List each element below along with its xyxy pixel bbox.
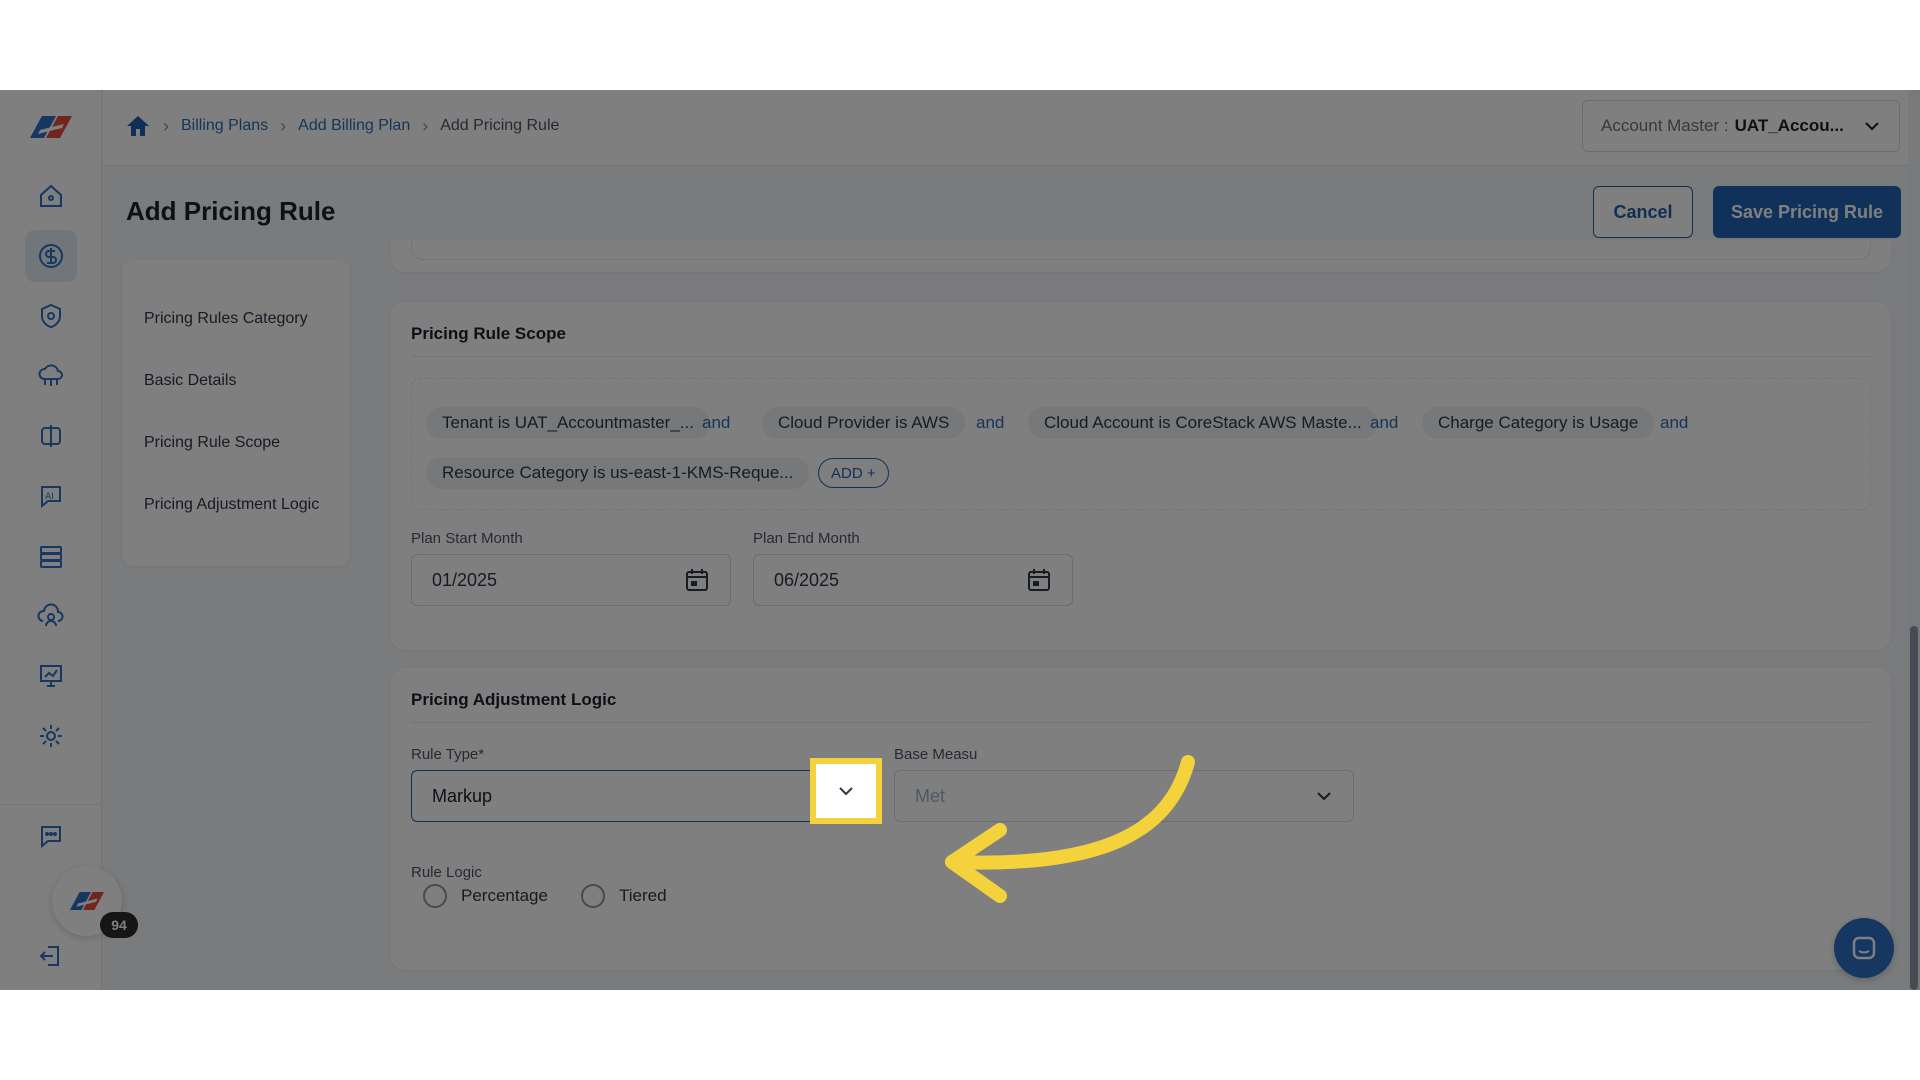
section-nav: Pricing Rules Category Basic Details Pri… [122,260,350,566]
server-icon [40,546,62,568]
scrollbar-thumb[interactable] [1910,626,1918,990]
chevron-right-icon: › [163,115,169,136]
calendar-icon[interactable] [1026,567,1052,593]
chevron-down-icon [839,787,853,796]
nav-compare[interactable] [25,410,77,462]
chat-icon [1852,936,1876,960]
nav-logout[interactable] [25,930,77,982]
nav-ai[interactable]: AI [25,470,77,522]
nav-security[interactable] [25,290,77,342]
cancel-button[interactable]: Cancel [1593,186,1693,238]
tutorial-arrow [945,755,1195,903]
conjunction: and [702,413,731,432]
svg-text:AI: AI [45,492,54,502]
account-value: UAT_Accou... [1734,116,1844,135]
nav-cloud-users[interactable] [25,590,77,642]
top-bar: › Billing Plans › Add Billing Plan › Add… [103,90,1920,166]
section-nav-category[interactable]: Pricing Rules Category [144,310,308,328]
app-logo[interactable] [24,108,78,146]
save-pricing-rule-button[interactable]: Save Pricing Rule [1713,186,1901,238]
previous-section-card [391,240,1891,272]
section-nav-basic-details[interactable]: Basic Details [144,372,236,390]
conjunction: and [1370,413,1399,432]
plan-end-value: 06/2025 [774,569,840,590]
scope-chip-cloud-account[interactable]: Cloud Account is CoreStack AWS Maste... [1028,407,1378,439]
rule-type-select[interactable]: Markup [411,770,871,822]
compare-icon [41,425,61,447]
sidebar-divider [0,804,102,805]
page-title: Add Pricing Rule [126,196,336,226]
plan-start-label: Plan Start Month [411,530,523,547]
plan-start-input[interactable]: 01/2025 [411,554,731,606]
help-chat-button[interactable] [1834,918,1894,978]
radio-button[interactable] [581,884,605,908]
plan-start-value: 01/2025 [432,569,498,590]
app-frame: AI › Billing Plans › Add Billing Plan › … [0,90,1920,990]
scope-chip-cloud-provider[interactable]: Cloud Provider is AWS [762,407,966,439]
cloud-user-icon [37,603,64,627]
breadcrumb-add-billing-plan[interactable]: Add Billing Plan [298,117,410,135]
calendar-icon[interactable] [684,567,710,593]
rule-type-value: Markup [432,785,493,806]
notification-badge: 94 [100,912,138,938]
breadcrumb-current: Add Pricing Rule [440,117,560,134]
section-nav-scope[interactable]: Pricing Rule Scope [144,434,280,452]
ai-chat-icon: AI [41,486,61,509]
logic-title: Pricing Adjustment Logic [411,690,617,709]
chevron-down-icon [1317,792,1331,801]
radio-button[interactable] [423,884,447,908]
plan-end-input[interactable]: 06/2025 [753,554,1073,606]
logout-icon [39,946,59,966]
divider [411,356,1871,357]
radio-percentage-label: Percentage [461,886,548,905]
scope-chip-charge-category[interactable]: Charge Category is Usage [1422,407,1655,439]
rule-type-dropdown-toggle[interactable] [810,758,882,824]
section-nav-adjustment-logic[interactable]: Pricing Adjustment Logic [144,496,319,514]
nav-chat-settings[interactable] [25,810,77,862]
home-icon [40,184,62,207]
rule-logic-label: Rule Logic [411,864,482,881]
plan-end-label: Plan End Month [753,530,860,547]
scope-conditions: Tenant is UAT_Accountmaster_... and Clou… [411,378,1871,510]
conjunction: and [1660,413,1689,432]
breadcrumb-billing-plans[interactable]: Billing Plans [181,117,268,135]
home-icon[interactable] [125,114,151,138]
account-label: Account Master : [1601,116,1729,135]
conjunction: and [976,413,1005,432]
nav-servers[interactable] [25,530,77,582]
chevron-right-icon: › [280,115,287,136]
radio-percentage[interactable]: Percentage [423,884,548,908]
chevron-down-icon [1865,122,1879,131]
chat-settings-icon [41,826,61,849]
shield-icon [41,303,61,329]
pricing-rule-scope-card: Pricing Rule Scope Tenant is UAT_Account… [391,302,1891,650]
nav-cloud[interactable] [25,350,77,402]
presentation-chart-icon [40,665,62,687]
sidebar: AI [0,90,102,990]
radio-tiered[interactable]: Tiered [581,884,667,908]
account-selector[interactable]: Account Master : UAT_Accou... [1582,100,1900,152]
chevron-right-icon: › [422,115,429,136]
scope-title: Pricing Rule Scope [411,324,566,343]
dollar-icon [39,244,63,268]
assistant-logo-icon [69,892,105,910]
radio-tiered-label: Tiered [619,886,667,905]
breadcrumb: › Billing Plans › Add Billing Plan › Add… [125,114,559,138]
nav-settings[interactable] [25,710,77,762]
nav-reports[interactable] [25,650,77,702]
cloud-network-icon [38,364,63,386]
nav-billing[interactable] [25,230,77,282]
add-condition-button[interactable]: ADD + [818,458,889,488]
settings-icon [40,725,62,747]
scope-chip-resource-category[interactable]: Resource Category is us-east-1-KMS-Reque… [426,457,810,489]
rule-type-label: Rule Type* [411,746,485,763]
scope-chip-tenant[interactable]: Tenant is UAT_Accountmaster_... [426,407,710,439]
divider [411,722,1871,723]
nav-home[interactable] [25,170,77,222]
